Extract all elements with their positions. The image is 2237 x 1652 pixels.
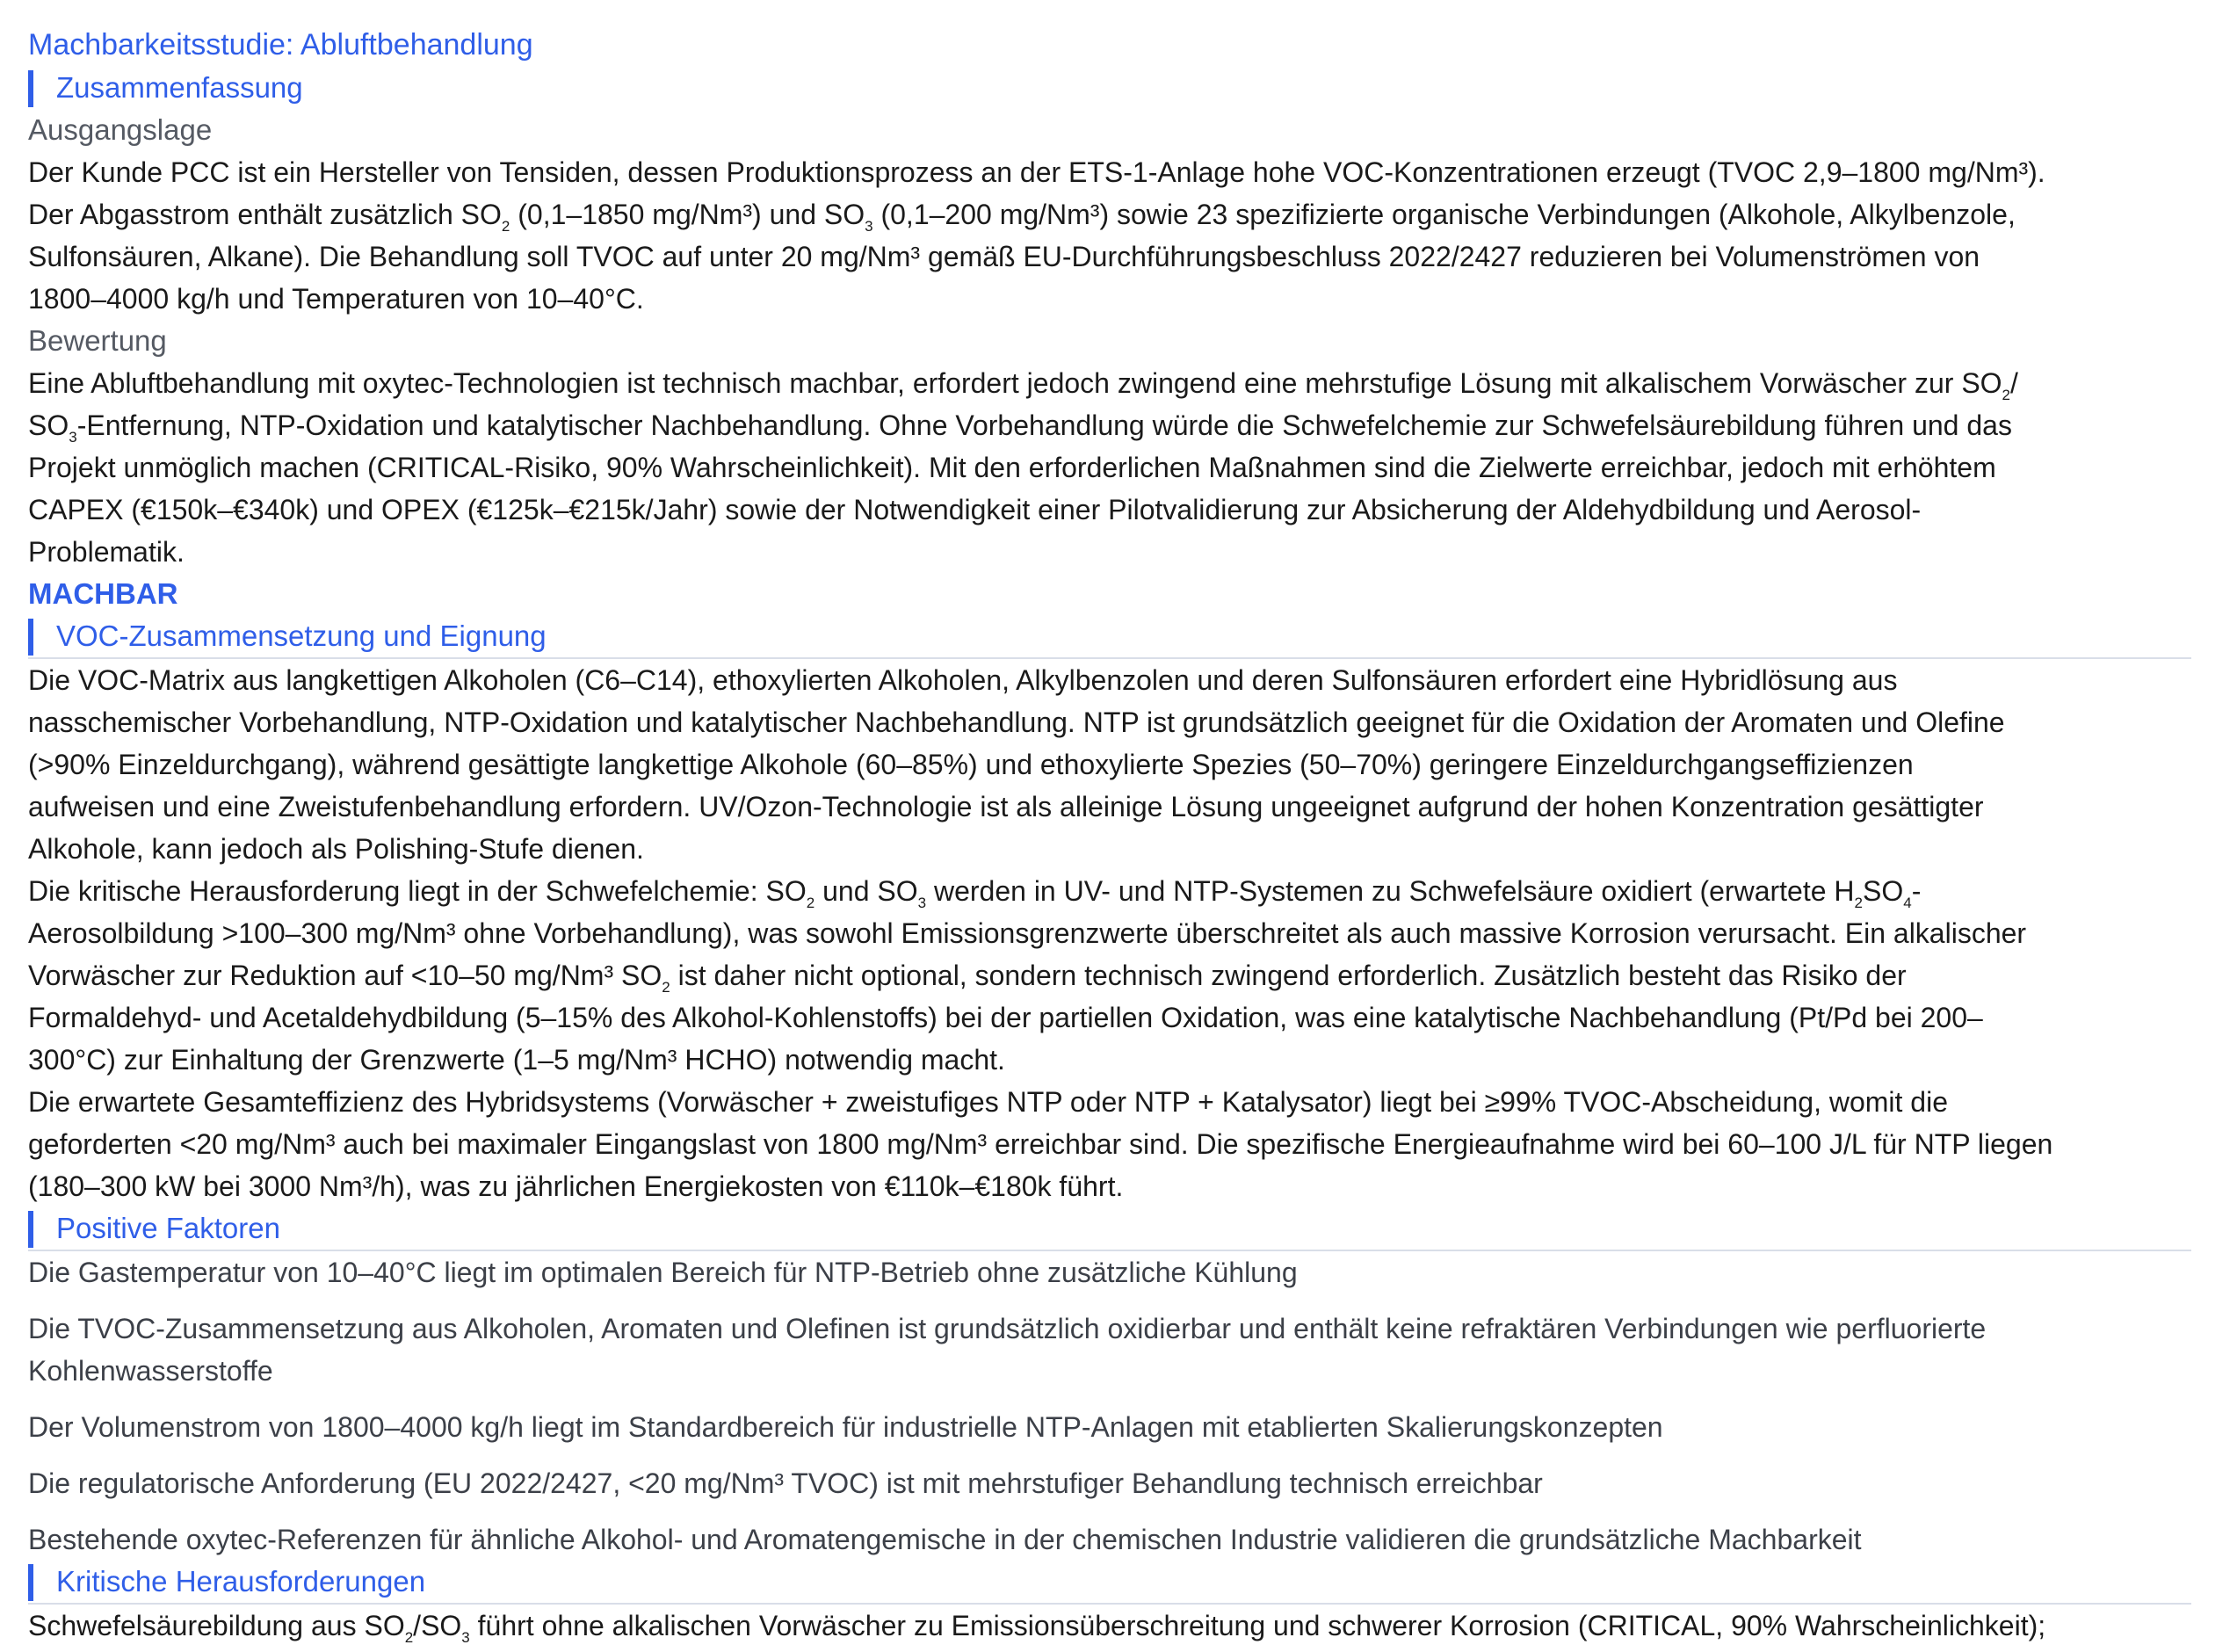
subheading-situation: Ausgangslage — [28, 113, 213, 146]
list-item: Der Volumenstrom von 1800–4000 kg/h lieg… — [28, 1411, 1663, 1443]
list-item: Die Gastemperatur von 10–40°C liegt im o… — [28, 1257, 1298, 1288]
feasibility-verdict: MACHBAR — [28, 577, 178, 610]
voc-paragraph-matrix: Die VOC-Matrix aus langkettigen Alkohole… — [28, 664, 2005, 865]
list-item: Bestehende oxytec-Referenzen für ähnlich… — [28, 1524, 1862, 1555]
section-heading-critical: Kritische Herausforderungen — [28, 1561, 2191, 1605]
positive-factor-list: Die Gastemperatur von 10–40°C liegt im o… — [28, 1251, 2153, 1561]
critical-challenge-item: Schwefelsäurebildung aus SO2/SO3 führt o… — [28, 1610, 2046, 1646]
section-heading-voc: VOC-Zusammensetzung und Eignung — [28, 615, 2191, 659]
situation-paragraph: Der Kunde PCC ist ein Hersteller von Ten… — [28, 156, 2045, 315]
subheading-assessment: Bewertung — [28, 324, 167, 357]
voc-paragraph-efficiency: Die erwartete Gesamteffizienz des Hybrid… — [28, 1086, 2053, 1202]
list-item: Die regulatorische Anforderung (EU 2022/… — [28, 1467, 1543, 1499]
section-heading-summary: Zusammenfassung — [28, 67, 2153, 109]
report-page: Machbarkeitsstudie: Abluftbehandlung Zus… — [0, 0, 2191, 1647]
assessment-paragraph: Eine Abluftbehandlung mit oxytec-Technol… — [28, 367, 2018, 568]
list-item: Die TVOC-Zusammensetzung aus Alkoholen, … — [28, 1313, 1987, 1387]
voc-paragraph-sulfur: Die kritische Herausforderung liegt in d… — [28, 875, 2027, 1076]
document-title: Machbarkeitsstudie: Abluftbehandlung — [28, 28, 533, 62]
section-heading-positive: Positive Faktoren — [28, 1207, 2191, 1251]
